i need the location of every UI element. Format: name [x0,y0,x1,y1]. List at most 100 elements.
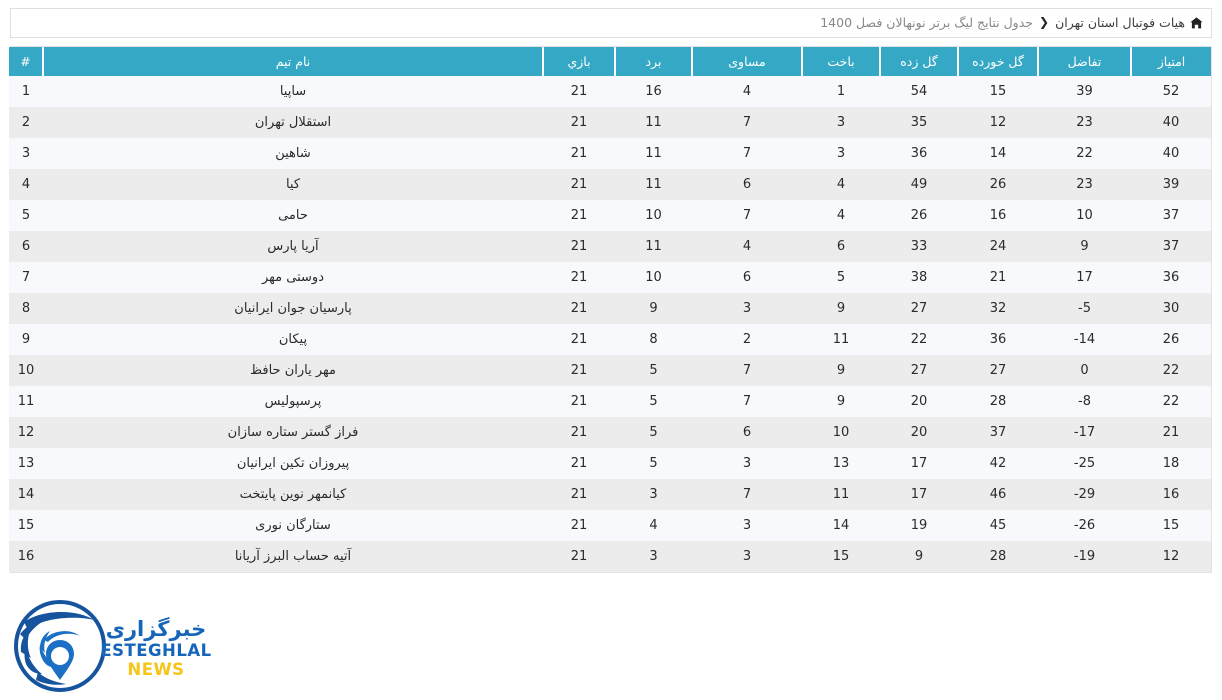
cell-team-name[interactable]: کیانمهر نوین پایتخت [43,479,543,510]
cell-goals-against: 14 [958,138,1038,169]
table-row[interactable]: 1219-289153321آتیه حساب البرز آریانا16 [9,541,1211,572]
cell-team-name[interactable]: ساپیا [43,76,543,107]
cell-goals-against: 36 [958,324,1038,355]
cell-points: 30 [1131,293,1211,324]
cell-draws: 3 [692,293,802,324]
cell-rank: 14 [9,479,43,510]
cell-rank: 6 [9,231,43,262]
cell-losses: 14 [802,510,880,541]
table-row[interactable]: 3792433641121آریا پارس6 [9,231,1211,262]
cell-goals-against: 42 [958,448,1038,479]
column-header-draws[interactable]: مساوی [692,47,802,76]
table-row[interactable]: 228-282097521پرسپولیس11 [9,386,1211,417]
cell-goal-diff: 9 [1038,231,1131,262]
cell-goal-diff: 10 [1038,200,1131,231]
cell-rank: 10 [9,355,43,386]
cell-draws: 7 [692,200,802,231]
table-row[interactable]: 36172138561021دوستی مهر7 [9,262,1211,293]
football-icon [14,600,106,692]
table-row[interactable]: 1526-4519143421ستارگان نوری15 [9,510,1211,541]
cell-goals-against: 37 [958,417,1038,448]
cell-rank: 8 [9,293,43,324]
table-row[interactable]: 305-322793921پارسیان جوان ایرانیان8 [9,293,1211,324]
cell-goals-for: 38 [880,262,958,293]
cell-goals-against: 21 [958,262,1038,293]
column-header-points[interactable]: امتیاز [1131,47,1211,76]
table-row[interactable]: 2614-3622112821پیکان9 [9,324,1211,355]
table-row[interactable]: 40221436371121شاهین3 [9,138,1211,169]
cell-team-name[interactable]: پیکان [43,324,543,355]
table-row[interactable]: 52391554141621ساپیا1 [9,76,1211,107]
cell-team-name[interactable]: ستارگان نوری [43,510,543,541]
cell-team-name[interactable]: استقلال تهران [43,107,543,138]
cell-losses: 4 [802,169,880,200]
cell-team-name[interactable]: حامی [43,200,543,231]
table-row[interactable]: 2117-3720106521فراز گستر ستاره سازان12 [9,417,1211,448]
cell-wins: 16 [615,76,692,107]
cell-points: 40 [1131,107,1211,138]
column-header-rank[interactable]: # [9,47,43,76]
table-row[interactable]: 220272797521مهر یاران حافظ10 [9,355,1211,386]
cell-goals-against: 28 [958,541,1038,572]
cell-goal-diff: 17 [1038,262,1131,293]
cell-goals-for: 27 [880,355,958,386]
cell-wins: 3 [615,479,692,510]
logo-script-fa: خبرگزاری [100,618,212,640]
cell-team-name[interactable]: آریا پارس [43,231,543,262]
cell-team-name[interactable]: پیروزان تکین ایرانیان [43,448,543,479]
cell-wins: 4 [615,510,692,541]
breadcrumb-separator-icon: ❮ [1039,16,1049,28]
table-row[interactable]: 40231235371121استقلال تهران2 [9,107,1211,138]
table-row[interactable]: 1629-4617117321کیانمهر نوین پایتخت14 [9,479,1211,510]
cell-wins: 10 [615,262,692,293]
cell-team-name[interactable]: مهر یاران حافظ [43,355,543,386]
cell-team-name[interactable]: دوستی مهر [43,262,543,293]
cell-goal-diff: 17- [1038,417,1131,448]
cell-rank: 2 [9,107,43,138]
cell-wins: 11 [615,169,692,200]
cell-rank: 13 [9,448,43,479]
cell-played: 21 [543,107,615,138]
column-header-goal-diff[interactable]: تفاضل [1038,47,1131,76]
cell-draws: 2 [692,324,802,355]
cell-goal-diff: 5- [1038,293,1131,324]
column-header-played[interactable]: بازي [543,47,615,76]
cell-team-name[interactable]: کیا [43,169,543,200]
cell-played: 21 [543,231,615,262]
table-header: امتیاز تفاضل گل خورده گل زده باخت مساوی … [9,47,1211,76]
cell-points: 37 [1131,200,1211,231]
cell-goals-for: 36 [880,138,958,169]
breadcrumb: هیات فوتبال استان تهران ❮ جدول نتایج لیگ… [10,8,1212,38]
cell-goals-against: 15 [958,76,1038,107]
cell-team-name[interactable]: فراز گستر ستاره سازان [43,417,543,448]
cell-goals-for: 49 [880,169,958,200]
column-header-goals-for[interactable]: گل زده [880,47,958,76]
cell-wins: 10 [615,200,692,231]
site-logo: خبرگزاری ESTEGHLAL NEWS [14,596,214,696]
table-row[interactable]: 39232649461121کیا4 [9,169,1211,200]
cell-goals-for: 17 [880,448,958,479]
cell-goal-diff: 29- [1038,479,1131,510]
column-header-wins[interactable]: برد [615,47,692,76]
logo-subtitle-en: NEWS [100,662,212,679]
cell-points: 21 [1131,417,1211,448]
cell-team-name[interactable]: شاهین [43,138,543,169]
table-row[interactable]: 1825-4217133521پیروزان تکین ایرانیان13 [9,448,1211,479]
table-row[interactable]: 37101626471021حامی5 [9,200,1211,231]
cell-rank: 4 [9,169,43,200]
breadcrumb-root-link[interactable]: هیات فوتبال استان تهران [1055,17,1203,30]
cell-played: 21 [543,324,615,355]
cell-points: 16 [1131,479,1211,510]
column-header-team[interactable]: نام تیم [43,47,543,76]
standings-table: امتیاز تفاضل گل خورده گل زده باخت مساوی … [9,47,1211,572]
cell-goal-diff: 23 [1038,107,1131,138]
cell-played: 21 [543,479,615,510]
cell-team-name[interactable]: آتیه حساب البرز آریانا [43,541,543,572]
cell-losses: 13 [802,448,880,479]
cell-team-name[interactable]: پرسپولیس [43,386,543,417]
column-header-losses[interactable]: باخت [802,47,880,76]
cell-team-name[interactable]: پارسیان جوان ایرانیان [43,293,543,324]
page-root: هیات فوتبال استان تهران ❮ جدول نتایج لیگ… [0,8,1222,700]
column-header-goals-against[interactable]: گل خورده [958,47,1038,76]
cell-goals-for: 33 [880,231,958,262]
